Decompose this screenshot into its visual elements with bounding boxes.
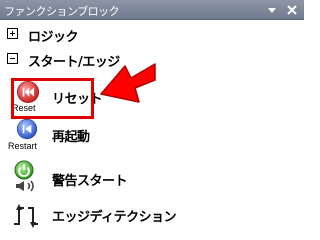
block-label: エッジディテクション [52,210,177,225]
red-arrow-icon [100,63,156,103]
restart-icon [16,118,38,140]
block-label: 警告スタート [52,174,128,189]
panel-title: ファンクションブロック [4,5,120,18]
panel-header: ファンクションブロック [0,0,304,20]
close-icon[interactable] [286,4,298,16]
expand-plus-icon[interactable] [7,28,18,39]
block-sub-label: Restart [8,141,38,151]
tree-node-label: ロジック [28,30,79,45]
block-label: 再起動 [52,130,90,145]
edge-detection-icon [14,204,38,228]
dropdown-triangle-icon[interactable] [266,4,278,16]
block-item-edge-detection[interactable]: エッジディテクション [10,198,270,234]
block-item-warning-start[interactable]: 警告スタート [10,160,270,196]
block-item-restart[interactable]: Restart 再起動 [8,118,270,154]
highlight-box [11,78,94,119]
warning-start-icon [14,160,34,192]
collapse-minus-icon[interactable] [7,53,18,64]
tree-node-logic[interactable]: ロジック [0,24,304,46]
